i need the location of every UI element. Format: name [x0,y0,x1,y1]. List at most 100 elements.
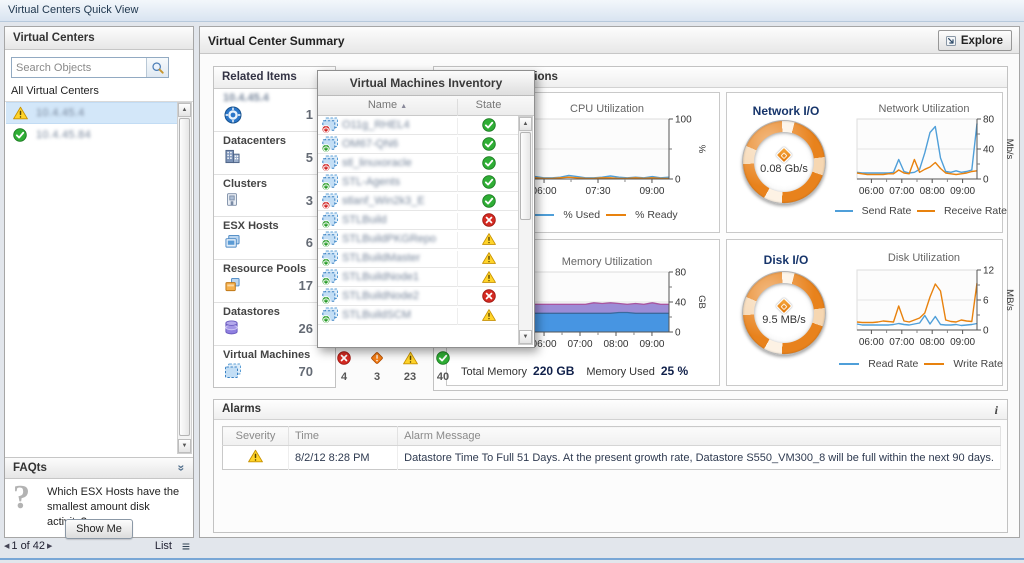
svg-text:Mb/s: Mb/s [1004,139,1015,160]
esx-host-icon [224,234,242,251]
time-column-header[interactable]: Time [288,427,397,446]
search-button[interactable] [146,58,168,77]
message-column-header[interactable]: Alarm Message [398,427,1001,446]
vm-name: OM67-QN6 [342,138,398,150]
virtual-center-item[interactable]: 10.4.45.84 [6,124,178,146]
normal-state-icon [482,156,496,170]
scroll-up-button[interactable]: ▲ [178,103,191,117]
state-column-header[interactable]: State [457,99,519,116]
vm-row[interactable]: O11g_RHEL4 [318,116,519,135]
vm-row[interactable]: STLBuildMaster [318,249,519,268]
svg-text:09:00: 09:00 [950,186,975,197]
search-input[interactable] [12,58,146,77]
vm-row[interactable]: stl_linuxoracle [318,154,519,173]
vm-name: STLBuildMaster [342,252,420,264]
explore-button[interactable]: Explore [938,30,1012,51]
related-item[interactable]: Virtual Machines70 [214,346,335,389]
disk-utilization-chart: 0612MB/s06:0007:0008:0009:00 [857,270,1023,350]
show-me-button[interactable]: Show Me [65,519,133,539]
legend-line-swatch [924,363,944,365]
title-bar: Virtual Centers Quick View [0,0,1024,22]
fatal-icon [337,351,352,366]
vm-name: STL-Agents [342,176,400,188]
related-item-count: 3 [306,193,313,208]
svg-text:100: 100 [675,115,692,126]
disk-io-title: Disk I/O [741,253,831,267]
vm-row[interactable]: STLBuildPKGRepo [318,230,519,249]
severity-summary-fatal[interactable]: 4 [332,351,356,383]
vm-row[interactable]: STLBuildNode1 [318,268,519,287]
vm-row[interactable]: OM67-QN6 [318,135,519,154]
list-view-label: List [155,540,172,552]
explore-icon [945,35,957,47]
severity-column-header[interactable]: Severity [223,427,289,446]
network-io-value: 0.08 Gb/s [760,163,808,175]
related-item-count: 26 [299,321,313,336]
legend-line-swatch [917,210,935,212]
vm-row[interactable]: STL-Agents [318,173,519,192]
alarm-row[interactable]: 8/2/12 8:28 PMDatastore Time To Full 51 … [223,446,1001,470]
sidebar-scrollbar[interactable]: ▲ ▼ [177,102,192,454]
popup-scrollbar[interactable]: ▲ ▼ [518,116,533,345]
severity-summary-critical[interactable]: 3 [365,351,389,383]
vm-row[interactable]: STLBuild [318,211,519,230]
svg-text:07:00: 07:00 [889,337,914,348]
severity-count: 4 [332,371,356,383]
warning-state-icon [482,308,496,322]
vm-inventory-popup: Virtual Machines Inventory Name ▲ State … [317,70,535,348]
scroll-down-button[interactable]: ▼ [519,330,532,344]
name-column-header[interactable]: Name ▲ [318,99,457,111]
legend-label: Read Rate [868,358,918,370]
prev-page-arrow[interactable]: ◀ [4,543,9,550]
faqts-pagination-bar: ◀1 of 42▶ List ≡ [4,540,194,556]
virtual-center-name: 10.4.45.84 [36,129,91,141]
disk-io-gauge-inner: 9.5 MB/s [754,283,814,343]
svg-text:07:30: 07:30 [585,186,610,197]
related-item-count: 6 [306,235,313,250]
svg-text:80: 80 [675,268,687,279]
scroll-thumb[interactable] [179,118,190,436]
vm-row[interactable]: stlanf_Win2k3_E [318,192,519,211]
alarms-header-label: Alarms [222,403,261,415]
info-icon[interactable]: i [995,403,998,418]
svg-text:07:00: 07:00 [567,339,592,350]
network-io-box: Network I/O 0.08 Gb/s Network Utilizatio… [726,92,1003,233]
scroll-up-button[interactable]: ▲ [519,117,532,131]
list-view-icon[interactable]: ≡ [182,538,190,554]
sort-ascending-icon: ▲ [400,103,407,110]
svg-text:06:00: 06:00 [532,186,557,197]
faqts-header-label: FAQts [13,462,47,474]
disk-rate-icon [776,298,793,315]
severity-count: 23 [398,371,422,383]
memory-used-value: 25 % [661,364,688,378]
vm-off-icon [321,193,339,210]
fatal-state-icon [482,213,496,227]
severity-summary-warning[interactable]: 23 [398,351,422,383]
memory-chart-title: Memory Utilization [517,256,697,268]
collapse-chevron-icon[interactable]: » [175,465,189,472]
vm-row[interactable]: STLBuildSCM [318,306,519,325]
severity-summary-normal[interactable]: 40 [431,351,455,383]
svg-text:09:00: 09:00 [639,339,664,350]
related-item-count: 1 [306,107,313,122]
warning-state-icon [482,270,496,284]
svg-text:12: 12 [983,266,995,277]
virtual-center-item[interactable]: 10.4.45.4 [6,102,178,124]
total-memory-value: 220 GB [533,364,574,378]
scroll-down-button[interactable]: ▼ [178,439,191,453]
next-page-arrow[interactable]: ▶ [47,543,52,550]
normal-state-icon [482,175,496,189]
vm-on-icon [321,231,339,248]
svg-text:80: 80 [983,115,995,126]
vm-row[interactable]: STLBuildNode2 [318,287,519,306]
virtual-center-icon [224,106,242,123]
vm-on-icon [321,174,339,191]
related-item-count: 70 [299,364,313,379]
scroll-thumb[interactable] [520,132,531,220]
vm-inventory-column-headers: Name ▲ State [318,96,534,116]
svg-text:08:00: 08:00 [603,339,628,350]
normal-state-icon [482,118,496,132]
network-chart-legend: Send RateReceive Rate [835,205,1007,217]
main-title: Virtual Center Summary [208,34,345,48]
legend-label: % Ready [635,209,678,221]
